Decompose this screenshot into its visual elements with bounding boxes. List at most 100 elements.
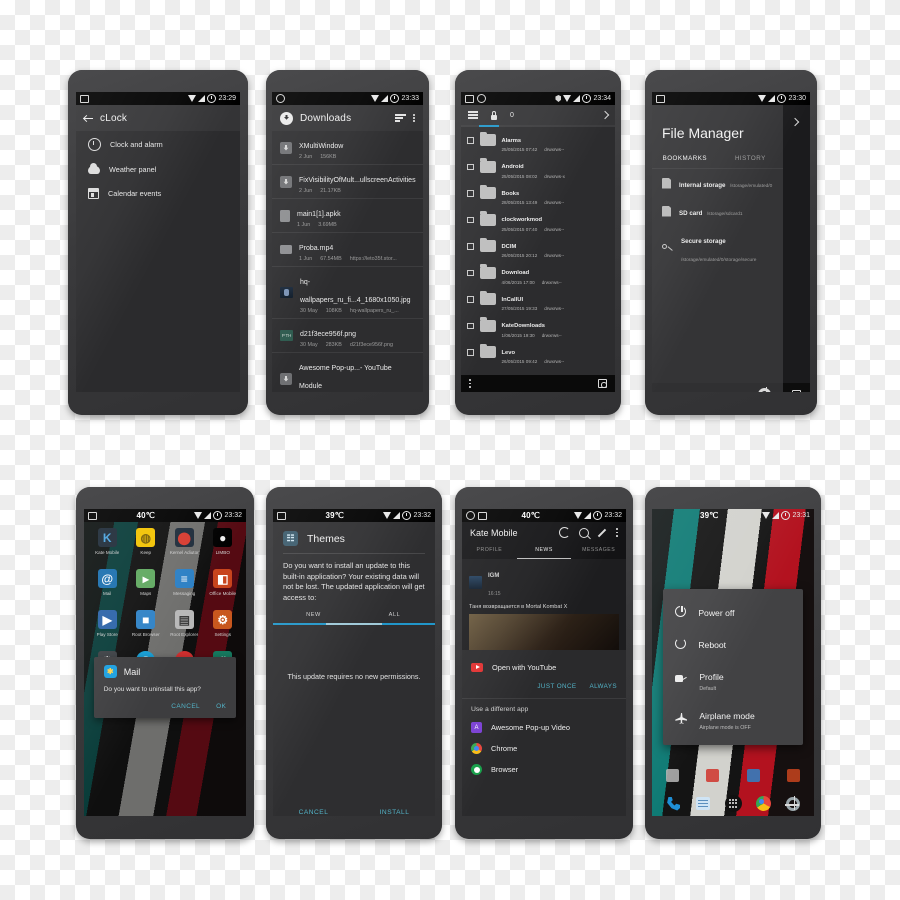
row-checkbox[interactable] — [467, 243, 474, 250]
news-post[interactable]: IGM 16:15 Таня возвращается в Mortal Kom… — [462, 559, 626, 650]
chooser-app-awesome-popup-video[interactable]: A Awesome Pop-up Video — [471, 717, 617, 738]
chooser-app-browser[interactable]: Browser — [471, 759, 617, 780]
app-icon[interactable] — [706, 769, 720, 782]
row-checkbox[interactable] — [467, 216, 474, 223]
tab-messages[interactable]: MESSAGES — [571, 543, 626, 559]
table-row[interactable]: Books 28/05/2015 13:49 drwxrws-- — [461, 180, 615, 207]
gear-icon[interactable] — [758, 386, 772, 392]
tab-bookmarks[interactable]: BOOKMARKS — [652, 149, 718, 168]
tab-history[interactable]: HISTORY — [718, 149, 784, 168]
app-messaging[interactable]: ≡ Messaging — [165, 569, 204, 610]
install-button[interactable]: INSTALL — [380, 809, 410, 816]
menu-item-profile[interactable]: Profile Default — [663, 660, 802, 699]
search-icon[interactable] — [579, 527, 590, 538]
row-checkbox[interactable] — [467, 137, 474, 144]
back-arrow-icon[interactable] — [84, 114, 93, 123]
chrome-icon[interactable] — [755, 795, 772, 812]
overflow-menu-icon[interactable] — [413, 113, 415, 123]
row-checkbox[interactable] — [467, 163, 474, 170]
app-label: Root Browser — [131, 631, 160, 637]
menu-item-reboot[interactable]: Reboot — [663, 628, 802, 660]
row-checkbox[interactable] — [467, 349, 474, 356]
table-row[interactable]: clockworkmod 25/05/2015 07:40 drwxrws-- — [461, 207, 615, 234]
downloads-list[interactable]: XMultiWindow 2 Jun 156KB FixVisibilityOfM… — [272, 131, 423, 392]
table-row[interactable]: Download 4/06/2015 17:00 drwxrws-- — [461, 260, 615, 287]
table-row[interactable]: InCallUI 27/05/2015 19:33 drwxrws-- — [461, 286, 615, 313]
app-icon[interactable] — [665, 769, 679, 782]
list-item[interactable]: Proba.mp4 1 Jun 67.54MB https://leto35f.st… — [272, 233, 423, 266]
tab-profile[interactable]: PROFILE — [462, 543, 517, 559]
row-checkbox[interactable] — [467, 296, 474, 303]
bookmark-item-internal-storage[interactable]: Internal storage /storage/emulated/0 — [652, 169, 783, 197]
app-kernel-adiutor[interactable]: ⬤ Kernel Adiutor — [165, 528, 204, 569]
menu-item-power-off[interactable]: Power off — [663, 596, 802, 628]
hamburger-icon[interactable] — [468, 111, 478, 119]
search-in-box-icon[interactable] — [598, 379, 607, 388]
list-item[interactable]: Awesome Pop-up...- YouTube Module 25 May… — [272, 353, 423, 392]
cancel-button[interactable]: CANCEL — [171, 703, 200, 710]
refresh-icon[interactable] — [559, 527, 571, 538]
row-checkbox[interactable] — [467, 322, 474, 329]
sd-card-icon — [662, 205, 671, 217]
bookmark-item-secure-storage[interactable]: Secure storage /storage/emulated/0/stora… — [652, 225, 783, 271]
always-button[interactable]: ALWAYS — [590, 683, 617, 690]
app-drawer-icon[interactable] — [724, 795, 742, 812]
chevron-right-icon[interactable] — [600, 110, 610, 120]
tab-new[interactable]: NEW — [273, 612, 354, 623]
app-mail[interactable]: @ Mail — [88, 569, 127, 610]
sort-icon[interactable] — [395, 114, 407, 122]
app-icon[interactable] — [746, 769, 760, 782]
app-maps[interactable]: ▸ Maps — [127, 569, 166, 610]
overflow-menu-icon[interactable] — [616, 528, 618, 537]
table-row[interactable]: Alarms 25/05/2015 07:42 drwxrws-- — [461, 127, 615, 154]
list-item[interactable]: P TH d21f3ece956f.png 30 May 283KB d21f3ec… — [272, 319, 423, 352]
app-office-mobile[interactable]: ◧ Office Mobile — [204, 569, 243, 610]
folder-perm: drwxrws-- — [544, 200, 565, 205]
row-checkbox[interactable] — [467, 269, 474, 276]
lock-icon[interactable] — [490, 110, 498, 120]
home-app-row[interactable] — [652, 769, 814, 782]
list-item[interactable]: hq-wallpapers_ru_fi...4_1680x1050.jpg 30… — [272, 267, 423, 318]
compose-icon[interactable] — [598, 528, 607, 537]
table-row[interactable]: Android 25/05/2015 08:02 drwxrws-x — [461, 154, 615, 181]
tab-all[interactable]: ALL — [354, 612, 435, 623]
row-checkbox[interactable] — [467, 190, 474, 197]
app-keep[interactable]: ◍ Keep — [127, 528, 166, 569]
phone-icon[interactable] — [665, 795, 682, 812]
list-item[interactable]: FixVisibilityOfMult...ullscreenActivitie… — [272, 165, 423, 198]
table-row[interactable]: DCIM 26/05/2015 20:12 drwxrws-- — [461, 233, 615, 260]
list-item[interactable]: main1[1].apkk 1 Jun 3.69MB — [272, 199, 423, 232]
app-settings-alt[interactable]: ⚙ Settings — [204, 610, 243, 651]
drawer-scrim[interactable] — [783, 105, 810, 392]
app-root-browser[interactable]: ■ Root Browser — [127, 610, 166, 651]
chooser-app-chrome[interactable]: Chrome — [471, 738, 617, 759]
sidebar-item-weather-panel[interactable]: Weather panel — [76, 158, 240, 181]
overflow-menu-icon[interactable] — [469, 379, 471, 388]
settings-icon[interactable] — [785, 795, 802, 812]
app-root-explorer[interactable]: ▤ Root Explorer — [165, 610, 204, 651]
app-kate-mobile[interactable]: K Kate Mobile — [88, 528, 127, 569]
just-once-button[interactable]: JUST ONCE — [537, 683, 576, 690]
dock[interactable] — [652, 795, 814, 812]
chooser-app-list[interactable]: A Awesome Pop-up Video Chrome Browser — [462, 715, 626, 780]
play-store-icon: ▶ — [97, 610, 117, 629]
ok-button[interactable]: OK — [216, 703, 226, 710]
app-limbo[interactable]: ● LIMBO — [204, 528, 243, 569]
app-icon[interactable] — [787, 769, 801, 782]
bookmark-item-sd-card[interactable]: SD card /storage/sdcard1 — [652, 197, 783, 225]
table-row[interactable]: Levo 26/05/2015 09:42 drwxrws-- — [461, 339, 615, 366]
chevron-right-icon[interactable] — [790, 117, 800, 127]
tab-news[interactable]: NEWS — [516, 543, 572, 559]
menu-item-airplane-mode[interactable]: Airplane mode Airplane mode is OFF — [663, 699, 802, 738]
screenshot-icon[interactable] — [792, 389, 802, 392]
sidebar-item-clock-and-alarm[interactable]: Clock and alarm — [76, 131, 240, 158]
table-row[interactable]: KateDownloads 1/06/2015 19:30 drwxrws-- — [461, 313, 615, 340]
list-item[interactable]: XMultiWindow 2 Jun 156KB — [272, 131, 423, 164]
app-play-store[interactable]: ▶ Play Store — [88, 610, 127, 651]
cancel-button[interactable]: CANCEL — [299, 809, 329, 816]
chooser-primary-option[interactable]: Open with YouTube — [471, 658, 617, 677]
status-bar: 23:30 — [652, 92, 810, 105]
sidebar-item-calendar-events[interactable]: Calendar events — [76, 181, 240, 206]
messaging-icon[interactable] — [695, 795, 712, 812]
folder-list[interactable]: Alarms 25/05/2015 07:42 drwxrws-- Android… — [461, 127, 615, 392]
